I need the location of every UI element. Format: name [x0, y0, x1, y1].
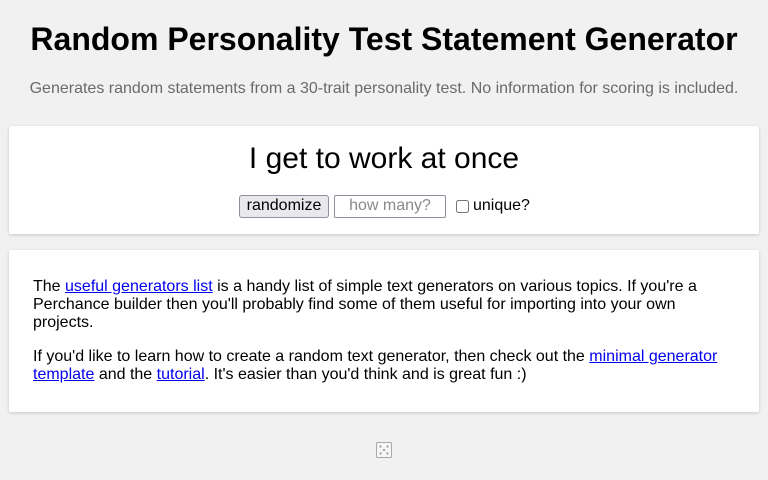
info-text: The: [33, 278, 66, 295]
generated-statement: I get to work at once: [248, 142, 520, 175]
useful-generators-link[interactable]: useful generators list: [65, 278, 213, 295]
info-text: If you'd like to learn how to create a r…: [33, 348, 590, 365]
info-paragraph-2: If you'd like to learn how to create a r…: [33, 348, 733, 384]
page-subtitle: Generates random statements from a 30-tr…: [29, 80, 739, 97]
tutorial-link[interactable]: tutorial: [157, 366, 205, 383]
info-text: . It's easier than you'd think and is gr…: [204, 366, 527, 383]
how-many-input[interactable]: [334, 194, 446, 218]
unique-label: unique?: [473, 197, 530, 214]
unique-checkbox[interactable]: [456, 199, 469, 213]
generator-controls: randomize unique?: [239, 194, 530, 218]
randomize-button[interactable]: randomize: [239, 194, 329, 218]
info-text: and the: [94, 366, 157, 383]
dice-icon[interactable]: [376, 442, 392, 458]
page-title: Random Personality Test Statement Genera…: [30, 21, 738, 57]
info-paragraph-1: The useful generators list is a handy li…: [33, 278, 733, 332]
